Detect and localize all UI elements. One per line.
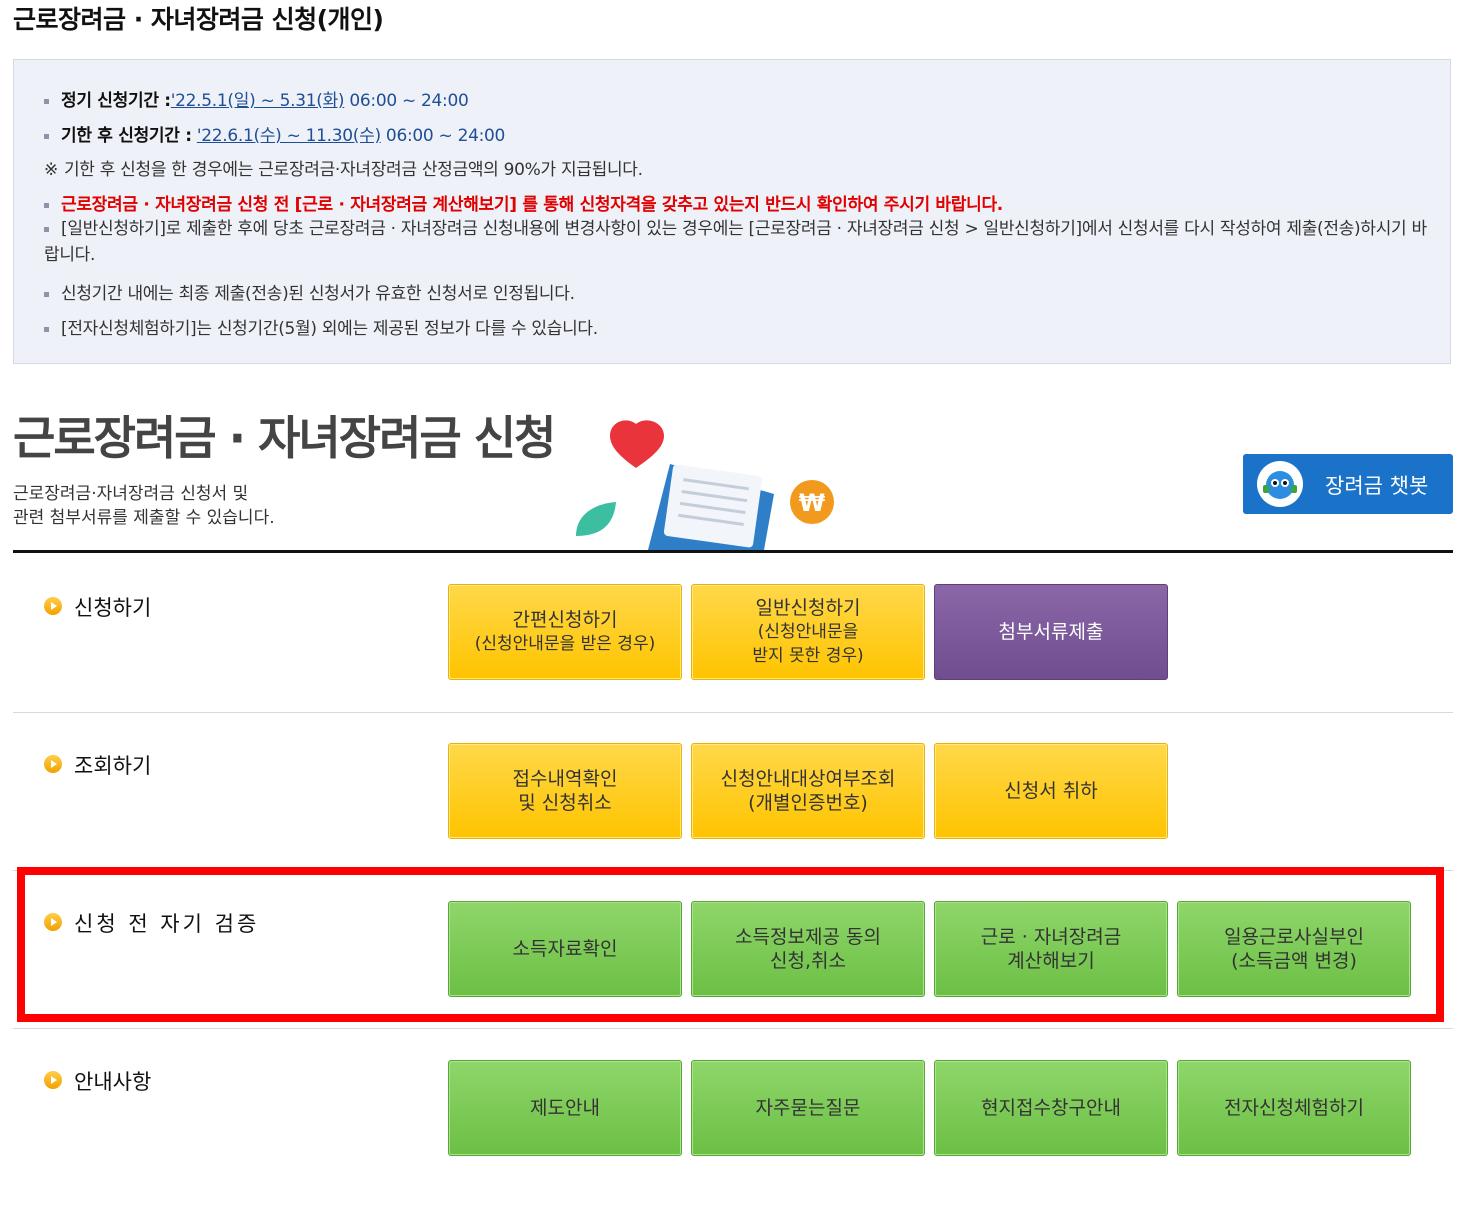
system-guide-label: 제도안내 bbox=[530, 1097, 600, 1119]
target-inquiry-line1: 신청안내대상여부조회 bbox=[720, 768, 896, 790]
final-valid-line: 신청기간 내에는 최종 제출(전송)된 신청서가 유효한 신청서로 인정됩니다. bbox=[44, 279, 575, 304]
final-valid-text: 신청기간 내에는 최종 제출(전송)된 신청서가 유효한 신청서로 인정됩니다. bbox=[61, 284, 575, 304]
late-period-label: 기한 후 신청기간 : bbox=[61, 126, 192, 146]
highlight-frame bbox=[17, 867, 1444, 1022]
section-info-text: 안내사항 bbox=[74, 1070, 152, 1094]
page-title: 근로장려금 · 자녀장려금 신청(개인) bbox=[13, 5, 384, 34]
e-application-experience-button[interactable]: 전자신청체험하기 bbox=[1177, 1060, 1411, 1156]
general-apply-line2: (신청안내문을 bbox=[757, 622, 859, 642]
arrow-bullet-icon bbox=[44, 1071, 62, 1089]
withdraw-application-button[interactable]: 신청서 취하 bbox=[934, 743, 1168, 839]
general-apply-line1: 일반신청하기 bbox=[755, 597, 861, 619]
late-note-line: ※ 기한 후 신청을 한 경우에는 근로장려금·자녀장려금 산정금액의 90%가 … bbox=[44, 155, 643, 180]
bullet-icon bbox=[44, 133, 49, 139]
notice-box: 정기 신청기간 :'22.5.1(일) ~ 5.31(화) 06:00 ~ 24… bbox=[13, 59, 1451, 364]
hero-subtitle: 근로장려금·자녀장려금 신청서 및 관련 첨부서류를 제출할 수 있습니다. bbox=[13, 482, 275, 530]
receipt-check-line2: 및 신청취소 bbox=[518, 792, 612, 814]
hero-title: 근로장려금 · 자녀장려금 신청 bbox=[13, 411, 556, 465]
faq-button[interactable]: 자주묻는질문 bbox=[691, 1060, 925, 1156]
e-application-experience-label: 전자신청체험하기 bbox=[1224, 1097, 1364, 1119]
receipt-check-line1: 접수내역확인 bbox=[512, 768, 618, 790]
warning-text: 근로장려금 · 자녀장려금 신청 전 [근로 · 자녀장려금 계산해보기] 를 … bbox=[61, 195, 1003, 215]
bullet-icon bbox=[44, 202, 49, 208]
svg-text:₩: ₩ bbox=[799, 489, 826, 517]
envelope-illustration-icon: ₩ bbox=[576, 420, 834, 550]
general-submit-text: [일반신청하기]로 제출한 후에 당초 근로장려금 · 자녀장려금 신청내용에 … bbox=[44, 219, 1427, 265]
section-inquiry-label: 조회하기 bbox=[44, 750, 151, 780]
general-submit-line: [일반신청하기]로 제출한 후에 당초 근로장려금 · 자녀장려금 신청내용에 … bbox=[44, 216, 1434, 268]
bullet-icon bbox=[44, 291, 49, 297]
heart-icon bbox=[610, 420, 664, 468]
arrow-bullet-icon bbox=[44, 755, 62, 773]
simple-apply-line1: 간편신청하기 bbox=[512, 609, 618, 631]
section-divider bbox=[13, 1028, 1453, 1029]
reference-mark: ※ bbox=[44, 160, 58, 180]
simple-apply-line2: (신청안내문을 받은 경우) bbox=[474, 634, 656, 654]
bullet-icon bbox=[44, 98, 49, 104]
general-apply-line3: 받지 못한 경우) bbox=[752, 646, 864, 666]
leaf-icon bbox=[576, 502, 616, 536]
section-inquiry-text: 조회하기 bbox=[74, 754, 152, 778]
withdraw-application-label: 신청서 취하 bbox=[1004, 780, 1098, 802]
chatbot-label: 장려금 챗봇 bbox=[1325, 474, 1429, 498]
late-period-time: 06:00 ~ 24:00 bbox=[380, 126, 506, 146]
section-apply-label: 신청하기 bbox=[44, 592, 151, 622]
target-inquiry-button[interactable]: 신청안내대상여부조회 (개별인증번호) bbox=[691, 743, 925, 839]
late-note-text: 기한 후 신청을 한 경우에는 근로장려금·자녀장려금 산정금액의 90%가 지… bbox=[63, 160, 643, 180]
section-divider bbox=[13, 712, 1453, 713]
chatbot-button[interactable]: 장려금 챗봇 bbox=[1243, 454, 1453, 514]
letter-icon bbox=[663, 464, 763, 548]
target-inquiry-line2: (개별인증번호) bbox=[748, 792, 868, 814]
late-period-line: 기한 후 신청기간 : '22.6.1(수) ~ 11.30(수) 06:00 … bbox=[44, 121, 505, 146]
local-office-label: 현지접수창구안내 bbox=[981, 1097, 1121, 1119]
bullet-icon bbox=[44, 326, 49, 332]
regular-period-link[interactable]: '22.5.1(일) ~ 5.31(화) bbox=[171, 91, 345, 111]
bullet-icon bbox=[44, 226, 49, 232]
general-apply-button[interactable]: 일반신청하기 (신청안내문을 받지 못한 경우) bbox=[691, 584, 925, 680]
section-info-label: 안내사항 bbox=[44, 1066, 151, 1096]
regular-period-line: 정기 신청기간 :'22.5.1(일) ~ 5.31(화) 06:00 ~ 24… bbox=[44, 86, 469, 111]
regular-period-label: 정기 신청기간 : bbox=[61, 91, 171, 111]
simple-apply-button[interactable]: 간편신청하기 (신청안내문을 받은 경우) bbox=[448, 584, 682, 680]
arrow-bullet-icon bbox=[44, 597, 62, 615]
experience-note-line: [전자신청체험하기]는 신청기간(5월) 외에는 제공된 정보가 다를 수 있습… bbox=[44, 314, 598, 339]
attach-documents-button[interactable]: 첨부서류제출 bbox=[934, 584, 1168, 680]
late-period-link[interactable]: '22.6.1(수) ~ 11.30(수) bbox=[197, 126, 381, 146]
header-divider bbox=[13, 550, 1453, 553]
section-apply-text: 신청하기 bbox=[74, 596, 152, 620]
warning-line: 근로장려금 · 자녀장려금 신청 전 [근로 · 자녀장려금 계산해보기] 를 … bbox=[44, 190, 1003, 215]
receipt-check-button[interactable]: 접수내역확인 및 신청취소 bbox=[448, 743, 682, 839]
hero-subtitle-line2: 관련 첨부서류를 제출할 수 있습니다. bbox=[13, 508, 275, 528]
chatbot-robot-icon bbox=[1257, 461, 1303, 507]
system-guide-button[interactable]: 제도안내 bbox=[448, 1060, 682, 1156]
local-office-button[interactable]: 현지접수창구안내 bbox=[934, 1060, 1168, 1156]
attach-documents-label: 첨부서류제출 bbox=[998, 621, 1104, 643]
faq-label: 자주묻는질문 bbox=[755, 1097, 861, 1119]
experience-note-text: [전자신청체험하기]는 신청기간(5월) 외에는 제공된 정보가 다를 수 있습… bbox=[61, 319, 598, 339]
hero-subtitle-line1: 근로장려금·자녀장려금 신청서 및 bbox=[13, 484, 249, 504]
regular-period-time: 06:00 ~ 24:00 bbox=[344, 91, 469, 111]
